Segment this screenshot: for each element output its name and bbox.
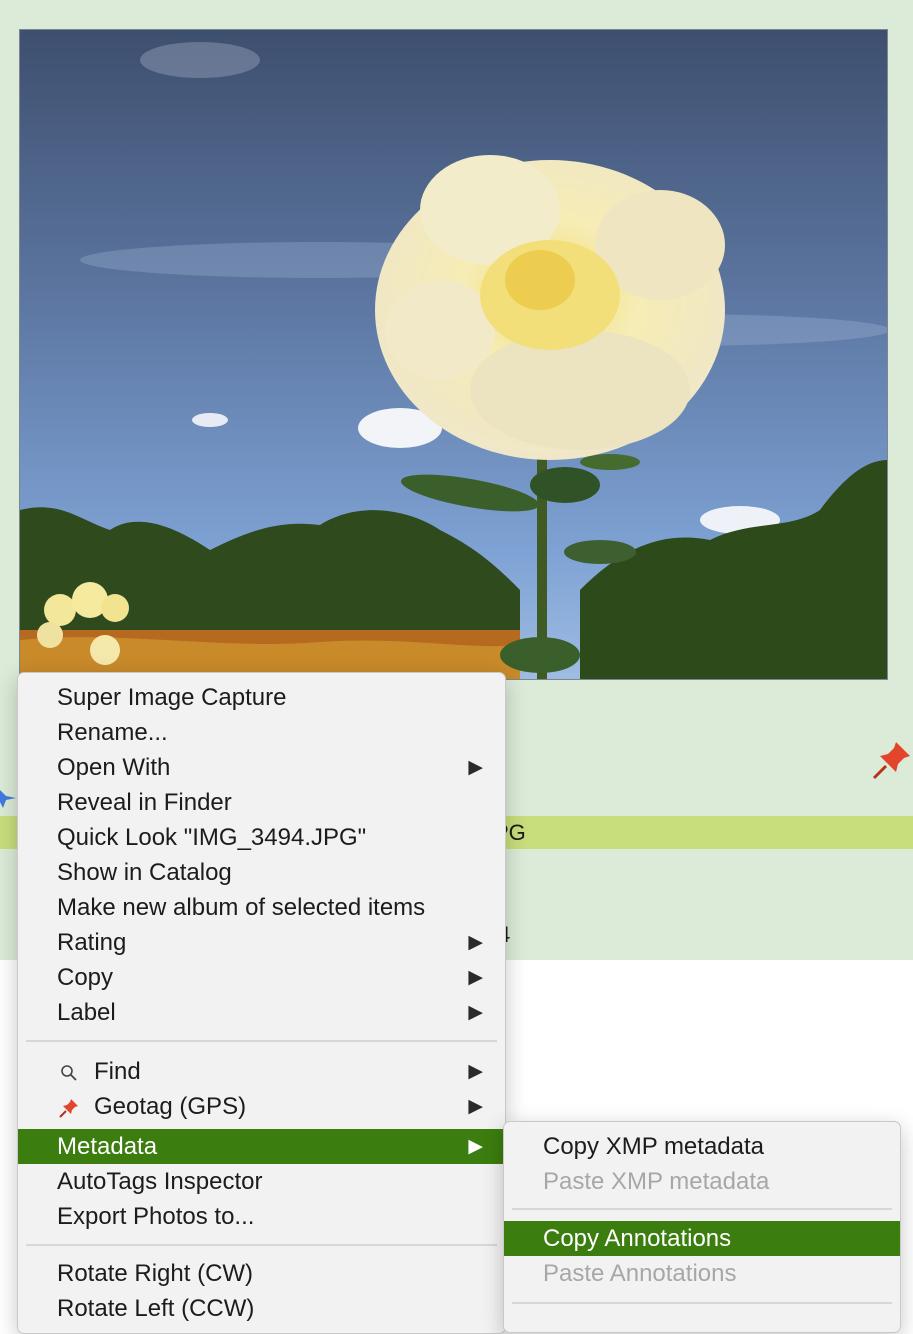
submenu-arrow-icon: ▶ <box>468 932 483 953</box>
menu-item-label: Rename... <box>57 719 168 746</box>
photo-thumbnail[interactable] <box>19 29 888 680</box>
menu-item-label-submenu[interactable]: Label ▶ <box>18 995 505 1030</box>
menu-item-show-in-catalog[interactable]: Show in Catalog <box>18 855 505 890</box>
menu-separator <box>512 1208 892 1210</box>
magnifier-icon <box>57 1054 81 1089</box>
menu-item-label: Reveal in Finder <box>57 789 232 816</box>
submenu-arrow-icon: ▶ <box>468 1002 483 1023</box>
menu-item-rename[interactable]: Rename... <box>18 715 505 750</box>
menu-item-label: Export Photos to... <box>57 1203 255 1230</box>
menu-item-metadata[interactable]: Metadata ▶ <box>18 1129 505 1164</box>
menu-item-quick-look[interactable]: Quick Look "IMG_3494.JPG" <box>18 820 505 855</box>
menu-item-label: Copy XMP metadata <box>543 1133 765 1160</box>
menu-item-super-image-capture[interactable]: Super Image Capture <box>18 680 505 715</box>
menu-item-label: Copy <box>57 964 114 991</box>
menu-item-label: Geotag (GPS) <box>94 1093 247 1120</box>
menu-item-label: Paste Annotations <box>543 1260 737 1287</box>
menu-item-find[interactable]: Find ▶ <box>18 1054 505 1089</box>
submenu-item-paste-xmp[interactable]: Paste XMP metadata <box>504 1164 900 1199</box>
pushpin-icon <box>57 1089 81 1124</box>
menu-item-label: Open With <box>57 754 171 781</box>
submenu-arrow-icon: ▶ <box>468 967 483 988</box>
menu-item-label: Rotate Left (CCW) <box>57 1295 255 1322</box>
photo-image <box>20 30 887 679</box>
submenu-arrow-icon: ▶ <box>468 757 483 778</box>
menu-item-label: Make new album of selected items <box>57 894 426 921</box>
star-icon <box>0 790 16 808</box>
menu-separator <box>26 1244 497 1246</box>
menu-item-label: Find <box>94 1058 141 1085</box>
menu-item-geotag[interactable]: Geotag (GPS) ▶ <box>18 1089 505 1124</box>
menu-item-label: Quick Look "IMG_3494.JPG" <box>57 824 367 851</box>
menu-separator <box>512 1302 892 1304</box>
menu-item-autotags-inspector[interactable]: AutoTags Inspector <box>18 1164 505 1199</box>
menu-item-label: Paste XMP metadata <box>543 1168 770 1195</box>
menu-item-label: Label <box>57 999 116 1026</box>
pushpin-icon <box>872 742 910 780</box>
menu-item-rating[interactable]: Rating ▶ <box>18 925 505 960</box>
menu-item-make-new-album[interactable]: Make new album of selected items <box>18 890 505 925</box>
submenu-arrow-icon: ▶ <box>468 1061 483 1082</box>
submenu-item-copy-xmp[interactable]: Copy XMP metadata <box>504 1129 900 1164</box>
context-menu: Super Image Capture Rename... Open With ▶… <box>17 672 506 1334</box>
menu-item-label: Super Image Capture <box>57 684 287 711</box>
submenu-item-paste-annotations[interactable]: Paste Annotations <box>504 1256 900 1291</box>
menu-item-rotate-right[interactable]: Rotate Right (CW) <box>18 1256 505 1291</box>
submenu-arrow-icon: ▶ <box>468 1136 483 1157</box>
menu-item-export-photos[interactable]: Export Photos to... <box>18 1199 505 1234</box>
submenu-arrow-icon: ▶ <box>468 1096 483 1117</box>
menu-item-label: Show in Catalog <box>57 859 232 886</box>
menu-item-reveal-in-finder[interactable]: Reveal in Finder <box>18 785 505 820</box>
menu-item-copy[interactable]: Copy ▶ <box>18 960 505 995</box>
metadata-submenu: Copy XMP metadata Paste XMP metadata Cop… <box>503 1121 901 1333</box>
menu-item-label: Metadata <box>57 1133 158 1160</box>
menu-item-label: AutoTags Inspector <box>57 1168 263 1195</box>
menu-item-label: Copy Annotations <box>543 1225 732 1252</box>
menu-item-label: Rating <box>57 929 127 956</box>
menu-item-label: Rotate Right (CW) <box>57 1260 254 1287</box>
submenu-item-copy-annotations[interactable]: Copy Annotations <box>504 1221 900 1256</box>
menu-separator <box>26 1040 497 1042</box>
menu-item-rotate-left[interactable]: Rotate Left (CCW) <box>18 1291 505 1326</box>
menu-item-open-with[interactable]: Open With ▶ <box>18 750 505 785</box>
